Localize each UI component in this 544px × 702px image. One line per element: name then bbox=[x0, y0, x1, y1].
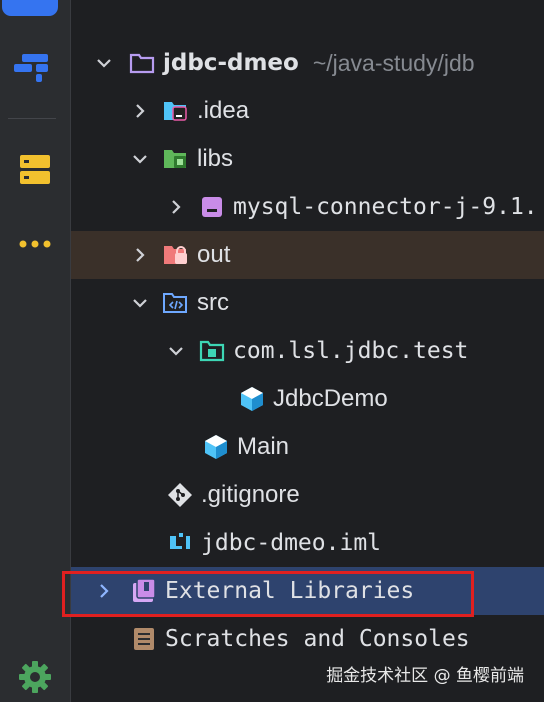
main-label: Main bbox=[237, 433, 290, 460]
src-label: src bbox=[197, 289, 229, 316]
tree-row-idea[interactable]: .idea bbox=[71, 87, 544, 135]
package-label: com.lsl.jdbc.test bbox=[233, 338, 469, 364]
project-tree: jdbc-dmeo ~/java-study/jdb .idea libs my… bbox=[71, 0, 544, 702]
tree-row-mysql-jar[interactable]: mysql-connector-j-9.1. bbox=[71, 183, 544, 231]
tree-row-gitignore[interactable]: .gitignore bbox=[71, 471, 544, 519]
more-icon bbox=[18, 236, 52, 254]
settings-button[interactable] bbox=[0, 660, 70, 699]
more-tools-button[interactable] bbox=[0, 236, 70, 254]
chevron-down-icon[interactable] bbox=[91, 50, 117, 76]
gitignore-label: .gitignore bbox=[201, 481, 300, 508]
tree-row-out[interactable]: out bbox=[71, 231, 544, 279]
tool-window-strip bbox=[0, 0, 71, 702]
chevron-down-icon[interactable] bbox=[127, 146, 153, 172]
iml-label: jdbc-dmeo.iml bbox=[201, 530, 382, 556]
mysql-jar-label: mysql-connector-j-9.1. bbox=[233, 194, 538, 220]
tree-row-iml[interactable]: jdbc-dmeo.iml bbox=[71, 519, 544, 567]
git-icon bbox=[167, 482, 193, 508]
tree-row-external-libraries[interactable]: External Libraries bbox=[71, 567, 544, 615]
scratches-label: Scratches and Consoles bbox=[165, 626, 470, 652]
library-folder-icon bbox=[163, 146, 189, 172]
external-libraries-label: External Libraries bbox=[165, 578, 415, 604]
libs-label: libs bbox=[197, 145, 234, 172]
scratches-icon bbox=[131, 626, 157, 652]
module-file-icon bbox=[167, 530, 193, 556]
source-folder-icon bbox=[163, 290, 189, 316]
tree-row-src[interactable]: src bbox=[71, 279, 544, 327]
settings-icon bbox=[18, 660, 52, 699]
tree-row-scratches[interactable]: Scratches and Consoles bbox=[71, 615, 544, 663]
folder-icon bbox=[129, 50, 155, 76]
tool-separator bbox=[8, 118, 56, 119]
project-tool-button[interactable] bbox=[2, 0, 58, 16]
tree-row-libs[interactable]: libs bbox=[71, 135, 544, 183]
project-path: ~/java-study/jdb bbox=[312, 49, 475, 76]
external-libraries-icon bbox=[131, 578, 157, 604]
database-tool-button[interactable] bbox=[0, 152, 70, 191]
chevron-right-icon[interactable] bbox=[163, 194, 189, 220]
idea-folder-icon bbox=[163, 98, 189, 124]
java-class-icon bbox=[203, 434, 229, 460]
chevron-right-icon[interactable] bbox=[127, 242, 153, 268]
out-label: out bbox=[197, 241, 231, 268]
project-name: jdbc-dmeo bbox=[163, 50, 299, 76]
jar-icon bbox=[199, 194, 225, 220]
chevron-down-icon[interactable] bbox=[127, 290, 153, 316]
chevron-right-icon[interactable] bbox=[127, 98, 153, 124]
jdbcdemo-label: JdbcDemo bbox=[273, 385, 388, 412]
tree-row-package[interactable]: com.lsl.jdbc.test bbox=[71, 327, 544, 375]
chevron-down-icon[interactable] bbox=[163, 338, 189, 364]
structure-icon bbox=[12, 50, 58, 89]
structure-tool-button[interactable] bbox=[0, 50, 70, 89]
idea-label: .idea bbox=[197, 97, 250, 124]
tree-row-main[interactable]: Main bbox=[71, 423, 544, 471]
java-class-icon bbox=[239, 386, 265, 412]
tree-row-jdbcdemo[interactable]: JdbcDemo bbox=[71, 375, 544, 423]
watermark-text: 掘金技术社区 @ 鱼樱前端 bbox=[326, 666, 524, 686]
database-icon bbox=[18, 152, 52, 191]
chevron-right-icon[interactable] bbox=[91, 578, 117, 604]
package-icon bbox=[199, 338, 225, 364]
excluded-folder-icon bbox=[163, 242, 189, 268]
tree-row-project[interactable]: jdbc-dmeo ~/java-study/jdb bbox=[71, 39, 544, 87]
